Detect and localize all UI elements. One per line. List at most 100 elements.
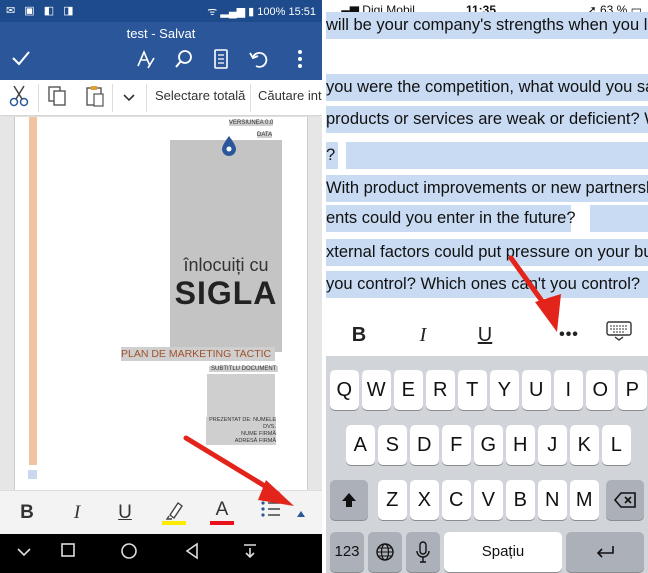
doc-line[interactable]: xternal factors could put pressure on yo… [326,239,648,266]
company-address-text: ADRESĂ FIRMĂ [234,438,276,444]
doc-line[interactable]: products or services are weak or deficie… [326,106,648,133]
key-n[interactable]: N [538,480,567,520]
ios-keyboard: 123 Spațiu QWERTYUIOP ASDFGHJKL ZXCVBNM [326,356,648,573]
download-icon[interactable] [238,542,262,566]
ribbon-divider [146,84,147,112]
expand-ribbon-button[interactable] [290,499,312,527]
key-y[interactable]: Y [490,370,519,410]
key-s[interactable]: S [378,425,407,465]
font-color-bar [210,521,234,525]
key-b[interactable]: B [506,480,535,520]
underline-button[interactable]: U [112,499,138,527]
doc-line[interactable]: you were the competition, what would you… [326,74,648,101]
chevron-down-icon[interactable] [12,542,36,566]
chevron-down-icon[interactable] [118,84,140,112]
doc-line[interactable]: ? [326,142,338,169]
return-key[interactable] [566,532,644,572]
doc-line[interactable]: will be your company's strengths when yo… [326,12,648,39]
doc-line[interactable]: ents could you enter in the future? [326,205,576,232]
format-toolbar: B I U A [0,490,322,534]
key-w[interactable]: W [362,370,391,410]
cut-icon[interactable] [6,84,32,112]
home-icon[interactable] [117,542,141,566]
more-vertical-icon[interactable] [287,48,313,72]
ribbon-divider [38,84,39,112]
recents-icon[interactable] [56,542,80,566]
doc-line[interactable]: With product improvements or new partner… [326,175,648,202]
ios-word-screen: ▂▄▆ Digi.Mobil 11:35 ➚ 63 % ▭ will be yo… [326,0,648,573]
key-x[interactable]: X [410,480,439,520]
key-v[interactable]: V [474,480,503,520]
doc-line[interactable]: you control? Which ones can't you contro… [326,271,648,298]
gray-block [207,374,275,418]
key-m[interactable]: M [570,480,599,520]
globe-icon[interactable] [368,532,402,572]
bullets-button[interactable] [258,499,284,527]
copy-icon[interactable] [44,84,70,112]
cursor-handle-icon[interactable] [221,135,237,157]
paste-icon[interactable] [82,84,108,112]
space-key[interactable]: Spațiu [444,532,562,572]
select-all-button[interactable]: Selectare totală [155,88,245,103]
key-h[interactable]: H [506,425,535,465]
decorative-bar [29,117,37,465]
ribbon-divider [250,84,251,112]
key-t[interactable]: T [458,370,487,410]
presenter-block: PREZENTAT DE: NUMELE DVS. NUME FIRMĂ ADR… [206,417,276,445]
underline-button[interactable]: U [472,320,498,350]
key-j[interactable]: J [538,425,567,465]
document-page[interactable]: VERSIUNEA 0.0 DATA înlocuiți cu SIGLA PL… [14,117,308,490]
ios-format-toolbar: B I U ••• [326,314,648,356]
key-r[interactable]: R [426,370,455,410]
shift-key[interactable] [330,480,368,520]
key-d[interactable]: D [410,425,439,465]
highlighter-icon [165,501,183,520]
more-options-button[interactable]: ••• [552,320,586,350]
key-g[interactable]: G [474,425,503,465]
search-in-button[interactable]: Căutare int [258,88,322,103]
presented-by-text: PREZENTAT DE: NUMELE DVS. [209,417,276,430]
microphone-icon[interactable] [406,532,440,572]
company-name-text: NUME FIRMĂ [241,431,276,437]
font-color-button[interactable]: A [208,499,236,527]
selection-block [346,142,648,169]
key-z[interactable]: Z [378,480,407,520]
key-f[interactable]: F [442,425,471,465]
key-a[interactable]: A [346,425,375,465]
numbers-key[interactable]: 123 [330,532,364,572]
key-p[interactable]: P [618,370,647,410]
mobile-view-icon[interactable] [208,48,234,72]
android-nav-bar [0,534,322,573]
key-u[interactable]: U [522,370,551,410]
key-l[interactable]: L [602,425,631,465]
format-painter-icon[interactable] [132,48,158,72]
back-icon[interactable] [180,542,204,566]
logo-placeholder[interactable] [170,140,282,352]
ribbon-divider [112,84,113,112]
bold-button[interactable]: B [14,499,40,527]
key-c[interactable]: C [442,480,471,520]
status-right: ᯤ ▂▄▆ ▮ 100% 15:51 [207,6,316,18]
check-icon[interactable] [8,48,34,72]
highlight-button[interactable] [160,499,188,527]
backspace-key[interactable] [606,480,644,520]
key-e[interactable]: E [394,370,423,410]
document-canvas[interactable]: VERSIUNEA 0.0 DATA înlocuiți cu SIGLA PL… [0,117,322,490]
bold-button[interactable]: B [346,320,372,350]
edit-ribbon: Selectare totală Căutare int [0,80,322,116]
selection-block [590,205,648,232]
key-i[interactable]: I [554,370,583,410]
paragraph-marker [28,470,37,479]
italic-button[interactable]: I [410,320,436,350]
plan-title: PLAN DE MARKETING TACTIC [121,347,275,361]
android-status-bar: ✉ ▣ ◧ ◨ ᯤ ▂▄▆ ▮ 100% 15:51 [0,0,322,22]
keyboard-dismiss-icon[interactable] [604,320,634,350]
search-icon[interactable] [171,48,197,72]
undo-icon[interactable] [246,48,272,72]
italic-button[interactable]: I [64,499,90,527]
key-q[interactable]: Q [330,370,359,410]
logo-text-main: SIGLA [174,275,278,311]
key-o[interactable]: O [586,370,615,410]
key-k[interactable]: K [570,425,599,465]
font-color-letter: A [215,499,229,520]
